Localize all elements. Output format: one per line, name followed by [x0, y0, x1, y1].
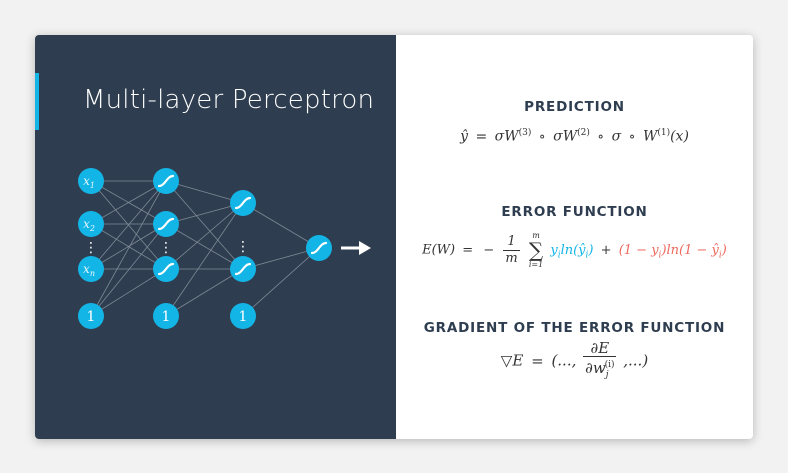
network-edges	[90, 180, 320, 317]
error-heading: ERROR FUNCTION	[501, 204, 648, 220]
equals-sign: =	[475, 128, 488, 145]
weight-symbol: W	[562, 128, 578, 145]
term-log: )ln(1 − ŷ	[661, 242, 719, 258]
sigma-symbol: σ	[611, 128, 622, 145]
right-arrow-icon	[341, 241, 371, 255]
network-edge	[242, 202, 320, 249]
partial-w: ∂w	[585, 359, 606, 377]
term-close: )	[588, 242, 594, 258]
fraction-numerator: ∂E	[583, 340, 617, 357]
fraction: ∂E ∂wj(i)	[583, 340, 617, 383]
fraction: 1 m	[503, 234, 520, 267]
term-var: y	[550, 242, 558, 258]
weight-symbol: W	[504, 128, 519, 145]
network-edge	[165, 268, 244, 317]
ellipsis-dots: ⋮	[159, 240, 173, 256]
plus-sign: +	[600, 242, 612, 258]
left-panel: Multi-layer Perceptron x1 x2 xn 1 1 1 ⋮ ⋮ ⋮	[35, 35, 396, 439]
superscript: (3)	[518, 128, 532, 138]
network-edge	[165, 223, 244, 270]
superscript: (2)	[577, 128, 590, 138]
den-sub: j	[605, 370, 609, 380]
error-term-2: (1 − yi)ln(1 − ŷi)	[618, 242, 727, 261]
nabla-symbol: ▽E	[500, 351, 524, 370]
compose-symbol: ∘	[628, 128, 636, 145]
sum-symbol: ∑	[528, 238, 544, 262]
error-lhs: E(W)	[422, 242, 456, 258]
network-edge	[90, 268, 167, 317]
sigma-symbol: σ	[553, 128, 563, 145]
den-sup: (i)	[604, 360, 615, 370]
error-formula: E(W) = − 1 m m ∑ i=1 yiln(ŷi) + (1 − yi)…	[396, 231, 753, 269]
slide: Multi-layer Perceptron x1 x2 xn 1 1 1 ⋮ ⋮ ⋮ PRE…	[35, 35, 753, 439]
fraction-denominator: ∂wj(i)	[583, 357, 616, 383]
term-close: )	[721, 242, 727, 258]
sum-lower: i=1	[528, 260, 544, 269]
gradient-heading: GRADIENT OF THE ERROR FUNCTION	[423, 320, 726, 336]
fraction-numerator: 1	[503, 234, 520, 251]
yhat-symbol: ŷ	[460, 128, 468, 145]
error-term-1: yiln(ŷi)	[550, 242, 594, 261]
open-paren: (...,	[551, 351, 577, 370]
weight-symbol: W	[642, 128, 658, 145]
right-panel: PREDICTION ŷ = σW(3) ∘ σW(2) ∘ σ ∘ W(1)(…	[396, 35, 753, 439]
gradient-formula: ▽E = (..., ∂E ∂wj(i) ,...)	[396, 340, 753, 383]
prediction-formula: ŷ = σW(3) ∘ σW(2) ∘ σ ∘ W(1)(x)	[396, 128, 753, 145]
network-edge	[90, 180, 167, 317]
close-paren: ,...)	[623, 351, 649, 370]
fraction-denominator: m	[505, 250, 518, 266]
superscript: (1)	[657, 128, 671, 138]
bias-label: 1	[239, 309, 248, 325]
term-var: (1 − y	[618, 242, 659, 258]
bias-label: 1	[87, 309, 96, 325]
compose-symbol: ∘	[538, 128, 546, 145]
compose-symbol: ∘	[597, 128, 605, 145]
bias-label: 1	[162, 309, 171, 325]
sigma-symbol: σ	[494, 128, 505, 145]
equals-sign: =	[531, 351, 544, 370]
minus-sign: −	[483, 242, 495, 258]
summation: m ∑ i=1	[529, 231, 543, 269]
ellipsis-dots: ⋮	[84, 240, 98, 256]
ellipsis-dots: ⋮	[236, 239, 250, 255]
network-diagram: x1x2xn1 1 1 ⋮ ⋮ ⋮	[78, 168, 371, 329]
term-log: ln(ŷ	[560, 242, 586, 258]
prediction-heading: PREDICTION	[524, 99, 625, 115]
input-arg: (x)	[670, 128, 689, 145]
equals-sign: =	[462, 242, 474, 258]
arrow-head	[359, 241, 371, 255]
